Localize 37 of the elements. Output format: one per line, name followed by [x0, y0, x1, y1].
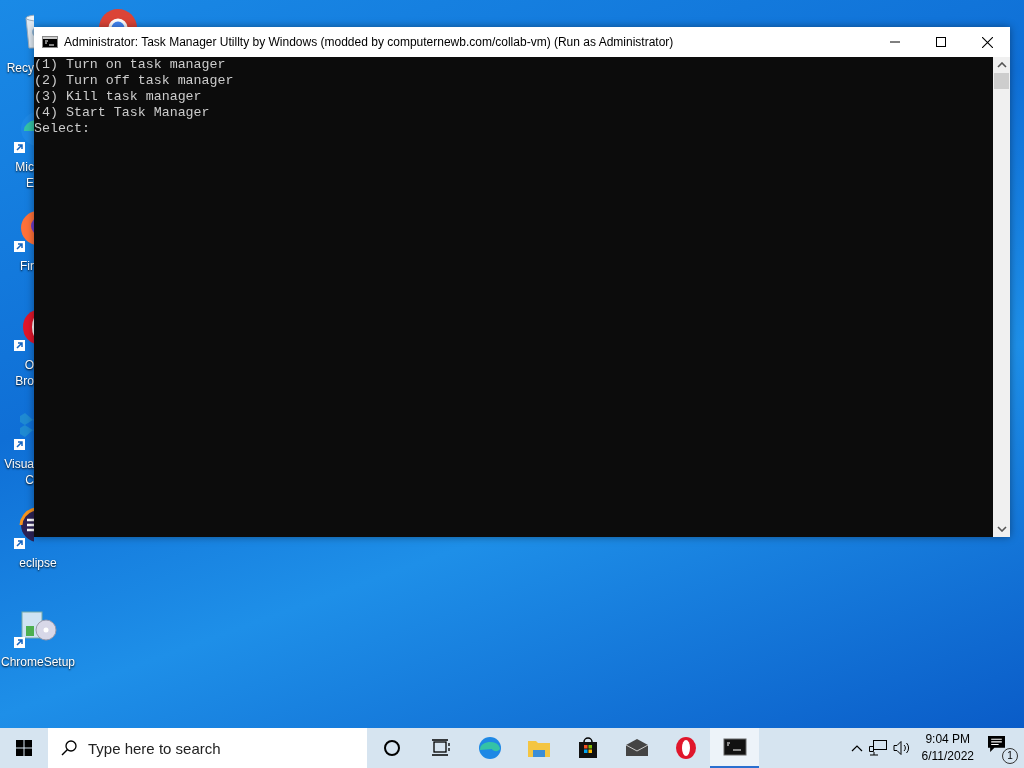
shortcut-arrow-icon	[14, 241, 25, 252]
console-output: (1) Turn on task manager (2) Turn off task manager (3) Kill task manager (4) Start Task Manager Select:	[34, 57, 993, 537]
shortcut-arrow-icon	[14, 637, 25, 648]
browser-icon[interactable]	[673, 736, 698, 760]
clock-time[interactable]: 9:04 PM	[925, 731, 971, 748]
network-icon[interactable]	[868, 740, 887, 756]
search-bar[interactable]: Type here to search	[48, 728, 367, 768]
desktop-icon-label[interactable]: C	[25, 472, 34, 488]
scroll-thumb[interactable]	[994, 73, 1009, 89]
speaker-icon[interactable]	[892, 740, 911, 756]
scrollbar[interactable]	[993, 57, 1010, 537]
desktop-icon-label[interactable]: O	[24, 357, 34, 373]
scroll-down-icon[interactable]	[996, 526, 1007, 532]
clock-date[interactable]: 6/11/2022	[921, 748, 974, 765]
desktop-icon-label[interactable]: Visua	[4, 456, 34, 472]
desktop-icon-label[interactable]: eclipse	[19, 555, 57, 571]
desktop-icon-label[interactable]: ChromeSetup	[0, 654, 75, 670]
window-title: Administrator: Task Manager Utillty by Windows (modded by computernewb.com/collab-vm) (Run as Administrator)	[64, 35, 675, 49]
search-icon[interactable]	[61, 740, 77, 756]
shortcut-arrow-icon	[14, 439, 25, 450]
chevron-up-icon[interactable]	[850, 744, 863, 752]
console-icon	[42, 36, 58, 48]
desktop-icon-label[interactable]: Mic	[15, 159, 34, 175]
shortcut-arrow-icon	[14, 538, 25, 549]
notification-count: 1	[1002, 748, 1018, 764]
close-icon[interactable]	[981, 36, 993, 48]
desktop-icon-label[interactable]: Bro	[15, 373, 34, 389]
desktop-icon-label[interactable]: E	[26, 175, 34, 191]
maximize-icon[interactable]	[936, 37, 946, 47]
scroll-up-icon[interactable]	[996, 62, 1007, 68]
shortcut-arrow-icon	[14, 142, 25, 153]
desktop-icon-label[interactable]: Fir	[20, 258, 34, 274]
desktop-icon-label[interactable]: Recy	[6, 60, 34, 76]
shortcut-arrow-icon	[14, 340, 25, 351]
console-icon[interactable]	[722, 735, 747, 759]
windows-logo-icon[interactable]	[16, 740, 32, 756]
taskbar-button[interactable]	[710, 728, 759, 768]
